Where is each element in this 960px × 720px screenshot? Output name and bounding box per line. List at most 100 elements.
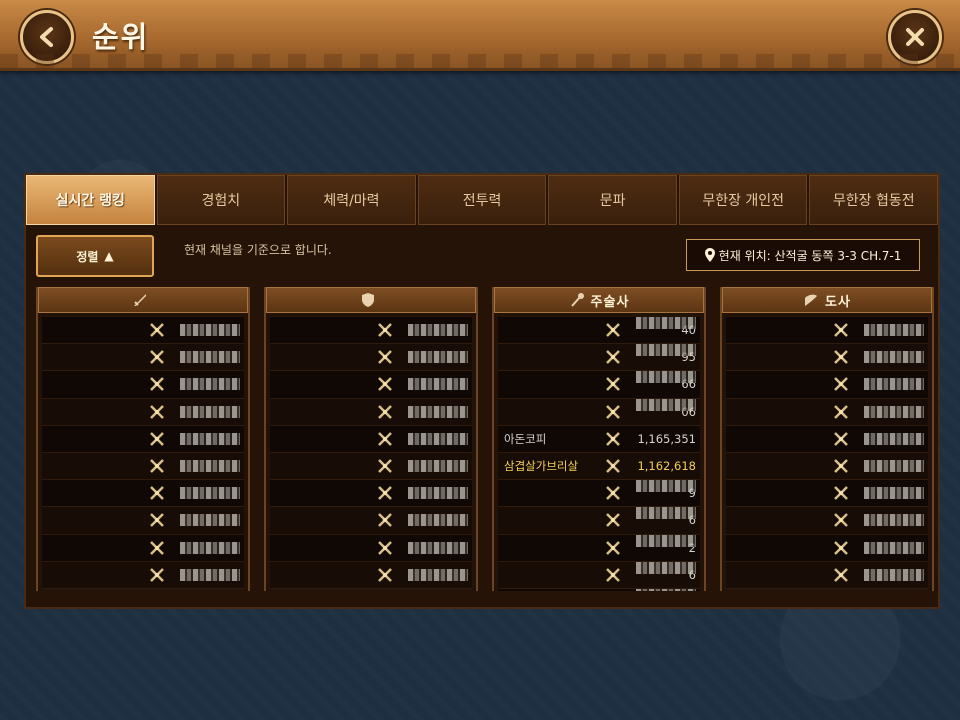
tab-3[interactable]: 전투력 — [417, 175, 547, 225]
crossed-swords-icon — [373, 485, 397, 501]
ranking-row[interactable] — [270, 344, 472, 372]
crossed-swords-icon — [145, 431, 169, 447]
class-column-header: 도사 — [722, 287, 932, 313]
ranking-list — [42, 317, 244, 591]
ranking-row[interactable] — [42, 452, 244, 481]
ranking-row[interactable] — [42, 344, 244, 372]
sword-icon — [134, 294, 146, 306]
crossed-swords-icon — [373, 431, 397, 447]
ranking-row[interactable]: 66 — [498, 371, 700, 399]
player-name: 삼겹살가브리살 — [504, 459, 579, 474]
ranking-row[interactable] — [726, 398, 928, 426]
crossed-swords-icon — [601, 322, 625, 338]
location-text: 현재 위치: 산적굴 동쪽 3-3 CH.7-1 — [718, 248, 902, 263]
crossed-swords-icon — [601, 404, 625, 420]
player-score: 06 — [625, 398, 700, 419]
ranking-row[interactable]: 2 — [498, 534, 700, 562]
ranking-row[interactable] — [726, 371, 928, 399]
crossed-swords-icon — [145, 322, 169, 338]
ranking-row[interactable] — [42, 507, 244, 535]
ranking-row[interactable] — [42, 561, 244, 589]
crossed-swords-icon — [601, 431, 625, 447]
tab-0[interactable]: 실시간 랭킹 — [26, 175, 155, 225]
sort-button[interactable]: 정렬 ▲ — [36, 235, 154, 277]
ranking-row[interactable] — [270, 507, 472, 535]
class-name: 도사 — [825, 294, 851, 310]
player-score: 9 — [625, 480, 700, 500]
ranking-row[interactable] — [726, 317, 928, 345]
close-button[interactable] — [888, 10, 942, 64]
ranking-row[interactable] — [270, 317, 472, 345]
crossed-swords-icon — [829, 376, 853, 392]
tab-6[interactable]: 무한장 협동전 — [809, 175, 939, 225]
tab-1[interactable]: 경험치 — [156, 175, 286, 225]
ranking-row[interactable] — [270, 371, 472, 399]
ranking-row[interactable] — [270, 452, 472, 481]
crossed-swords-icon — [829, 404, 853, 420]
back-button[interactable] — [20, 10, 74, 64]
ranking-row[interactable] — [42, 317, 244, 345]
ranking-list: 40 95 66 06 아돈코피 1,165,351 삼겹살가브리살 1,162,618 9 6 2… — [498, 317, 700, 591]
ranking-row[interactable]: 아돈코피 1,165,351 — [498, 425, 700, 453]
ranking-list — [270, 317, 472, 591]
ranking-row[interactable] — [726, 344, 928, 372]
crossed-swords-icon — [373, 458, 397, 474]
crossed-swords-icon — [145, 567, 169, 583]
crossed-swords-icon — [601, 349, 625, 365]
ranking-row[interactable] — [726, 425, 928, 453]
crossed-swords-icon — [373, 567, 397, 583]
crossed-swords-icon — [829, 512, 853, 528]
ranking-row[interactable] — [726, 480, 928, 508]
ranking-row[interactable] — [270, 398, 472, 426]
tab-bar: 실시간 랭킹 경험치 체력/마력 전투력 문파 무한장 개인전 무한장 협동전 — [26, 175, 939, 225]
location-badge[interactable]: 현재 위치: 산적굴 동쪽 3-3 CH.7-1 — [686, 239, 920, 271]
ranking-row[interactable] — [42, 398, 244, 426]
ranking-row[interactable] — [726, 534, 928, 562]
ranking-row[interactable] — [270, 480, 472, 508]
player-score: 1,165,351 — [637, 431, 696, 446]
ranking-row[interactable] — [42, 480, 244, 508]
crossed-swords-icon — [145, 404, 169, 420]
class-column-header: 주술사 — [494, 287, 704, 313]
crossed-swords-icon — [373, 376, 397, 392]
ranking-row[interactable] — [270, 534, 472, 562]
triangle-up-icon: ▲ — [104, 249, 114, 263]
ranking-row[interactable]: 3 — [498, 588, 700, 591]
crossed-swords-icon — [373, 540, 397, 556]
page-title: 순위 — [92, 20, 150, 54]
shield-icon — [362, 293, 374, 307]
tab-2[interactable]: 체력/마력 — [287, 175, 416, 225]
ranking-row[interactable]: 삼겹살가브리살 1,162,618 — [498, 452, 700, 481]
ranking-row[interactable]: 6 — [498, 507, 700, 535]
crossed-swords-icon — [145, 540, 169, 556]
tab-4[interactable]: 문파 — [548, 175, 677, 225]
crossed-swords-icon — [601, 458, 625, 474]
class-column-header — [38, 287, 248, 313]
ranking-row[interactable]: 40 — [498, 317, 700, 345]
ranking-row[interactable] — [726, 507, 928, 535]
fan-icon — [805, 294, 818, 306]
ranking-row[interactable] — [42, 371, 244, 399]
crossed-swords-icon — [601, 485, 625, 501]
player-score: 6 — [625, 561, 700, 582]
ranking-row[interactable] — [726, 452, 928, 481]
ranking-row[interactable]: 6 — [498, 561, 700, 589]
sort-label: 정렬 — [76, 249, 99, 264]
ranking-row[interactable]: 9 — [498, 480, 700, 508]
staff-icon — [570, 293, 584, 307]
ranking-row[interactable]: 06 — [498, 398, 700, 426]
ranking-row[interactable] — [270, 425, 472, 453]
ranking-panel: 실시간 랭킹 경험치 체력/마력 전투력 문파 무한장 개인전 무한장 협동전 정렬 ▲ 현… — [24, 173, 940, 609]
crossed-swords-icon — [601, 512, 625, 528]
class-column-header — [266, 287, 476, 313]
class-column-2: 주술사 40 95 66 06 아돈코피 1,165,351 삼겹살가브리살 1,162,618… — [492, 287, 706, 591]
ranking-row[interactable] — [270, 561, 472, 589]
crossed-swords-icon — [373, 404, 397, 420]
ranking-row[interactable] — [726, 561, 928, 589]
crossed-swords-icon — [373, 349, 397, 365]
ranking-row[interactable]: 95 — [498, 344, 700, 372]
ranking-row[interactable] — [42, 425, 244, 453]
crossed-swords-icon — [145, 376, 169, 392]
ranking-row[interactable] — [42, 534, 244, 562]
tab-5[interactable]: 무한장 개인전 — [678, 175, 808, 225]
